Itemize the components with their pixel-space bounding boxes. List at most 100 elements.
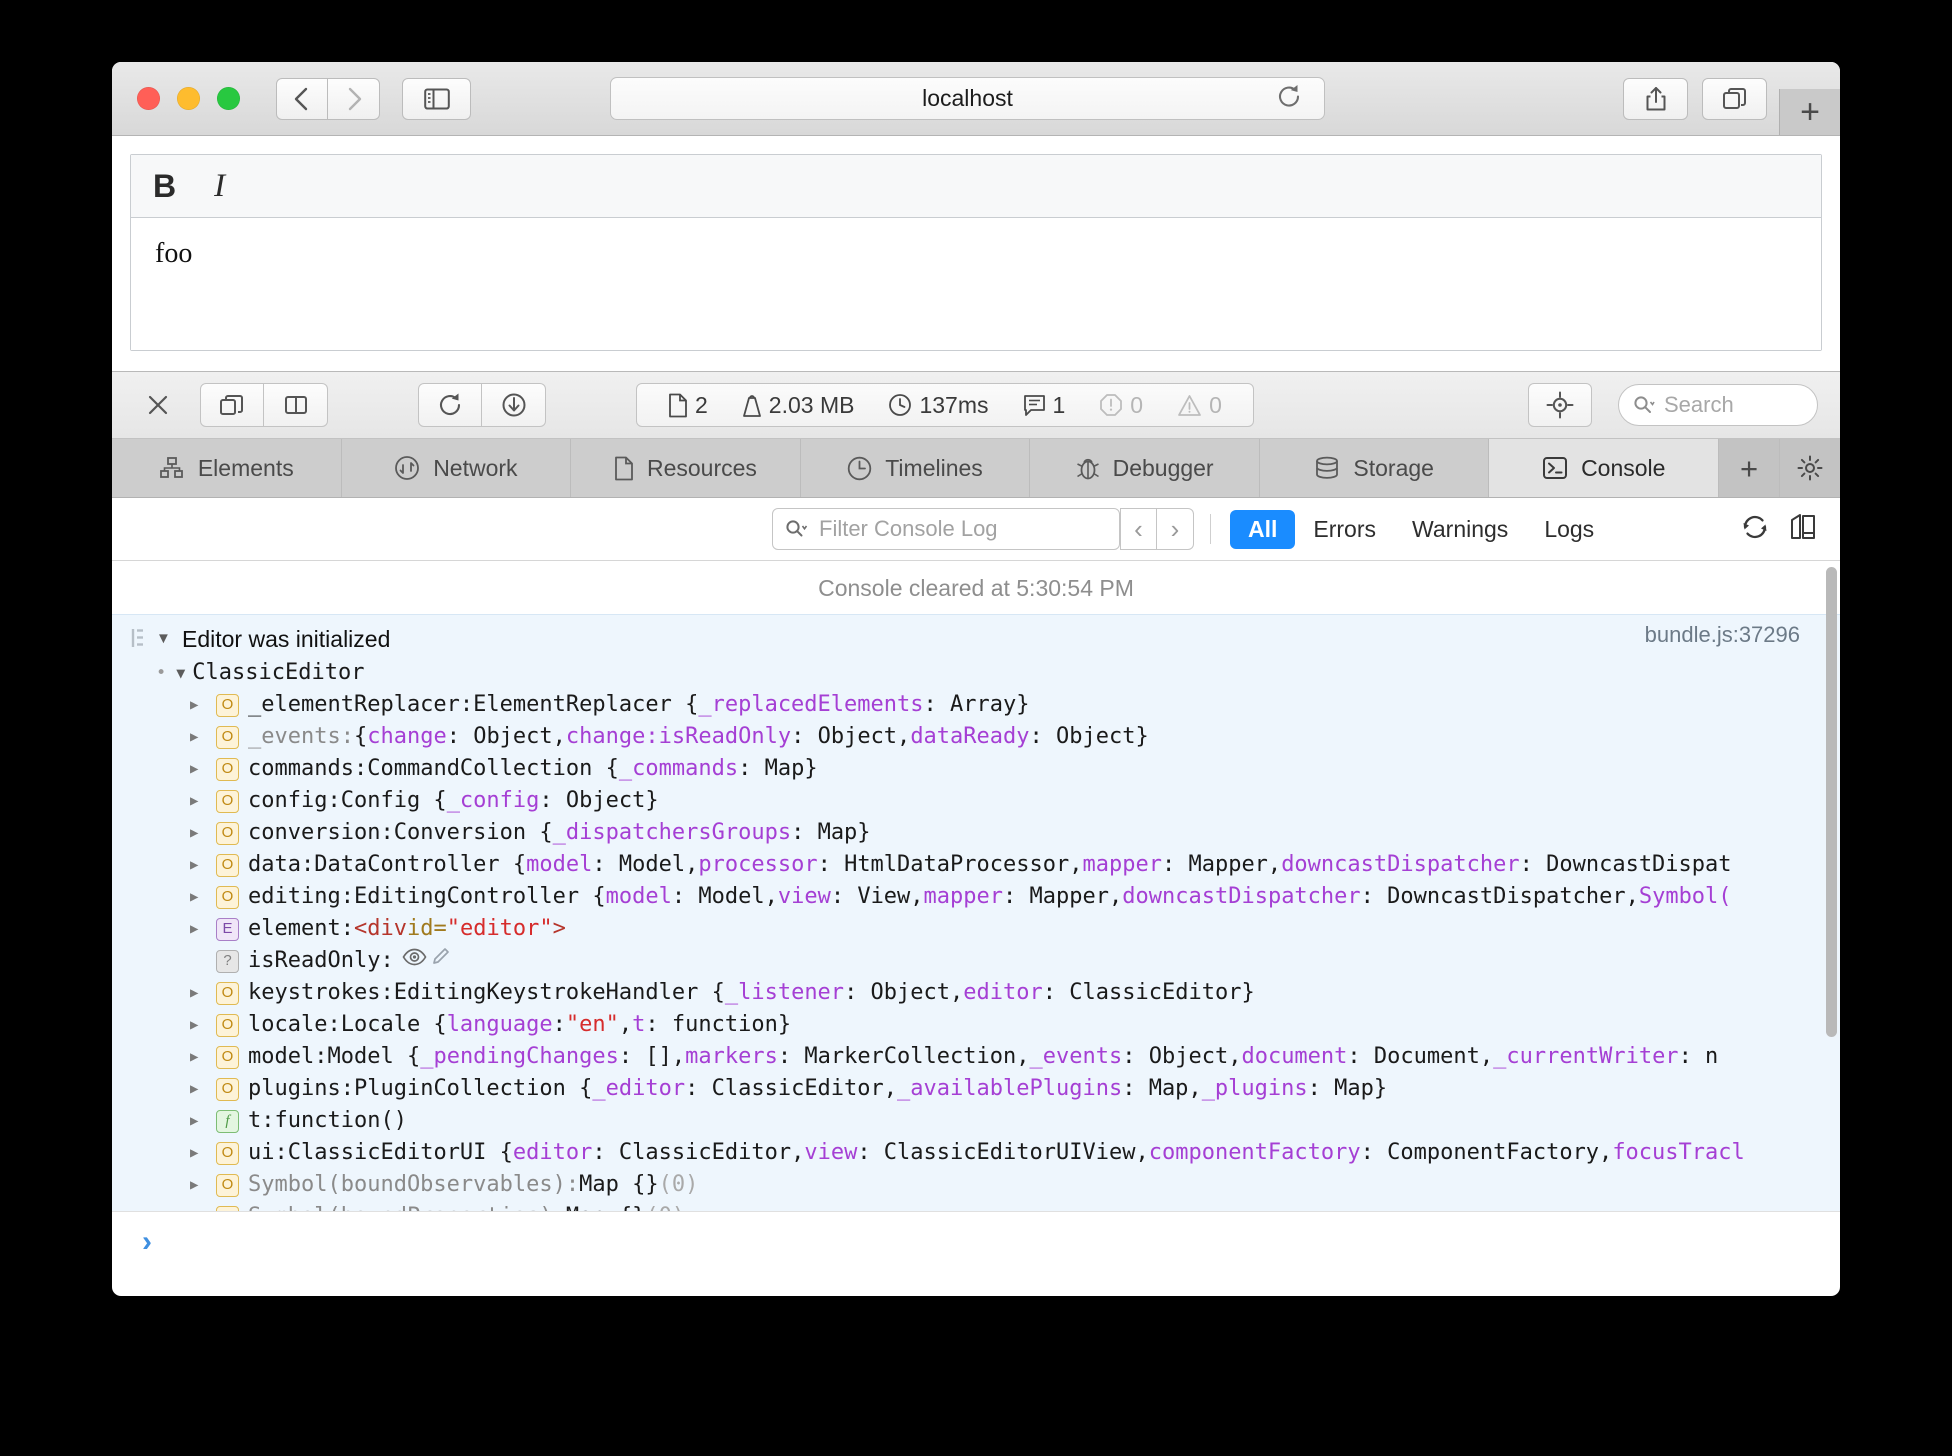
console-scrollbar[interactable] <box>1826 567 1837 1037</box>
disclosure-triangle-closed-icon[interactable]: ▶ <box>190 721 206 753</box>
disclosure-triangle-closed-icon[interactable]: ▶ <box>190 1169 206 1201</box>
reload-page-button[interactable] <box>1276 83 1302 114</box>
stat-errors[interactable]: 0 <box>1082 392 1160 419</box>
disclosure-triangle-open-icon[interactable]: ▼ <box>176 657 192 689</box>
tab-timelines[interactable]: Timelines <box>801 439 1031 497</box>
filter-prev-button[interactable]: ‹ <box>1120 508 1157 550</box>
console-message-row[interactable]: ▼ Editor was initialized <box>112 621 1840 657</box>
new-tab-button[interactable]: + <box>1779 89 1840 135</box>
disclosure-triangle-closed-icon[interactable]: ▶ <box>190 1009 206 1041</box>
close-window-button[interactable] <box>137 87 160 110</box>
tab-overview-button[interactable] <box>1702 77 1767 120</box>
inspector-reload-button[interactable] <box>418 383 482 427</box>
filter-errors-button[interactable]: Errors <box>1295 510 1394 549</box>
address-bar[interactable]: localhost <box>610 77 1325 120</box>
console-property-row[interactable]: ▶ Oediting: EditingController {model: Mod… <box>112 881 1840 913</box>
tab-storage[interactable]: Storage <box>1260 439 1490 497</box>
inspector-search-input[interactable]: Search <box>1618 384 1818 426</box>
disclosure-triangle-closed-icon[interactable]: ▶ <box>190 977 206 1009</box>
minimize-window-button[interactable] <box>177 87 200 110</box>
forward-button[interactable] <box>328 77 380 120</box>
disclosure-triangle-closed-icon[interactable]: ▶ <box>190 785 206 817</box>
property-value-part: mapper <box>923 884 1004 909</box>
console-property-row[interactable]: ? isReadOnly: <box>112 945 1840 977</box>
console-property-row[interactable]: ▶ f t: function() <box>112 1105 1840 1137</box>
italic-button[interactable]: I <box>214 169 225 203</box>
disclosure-triangle-closed-icon[interactable]: ▶ <box>190 817 206 849</box>
preserve-log-button[interactable] <box>1740 512 1770 547</box>
dock-detached-button[interactable] <box>200 383 264 427</box>
property-name: keystrokes: <box>248 980 394 1005</box>
disclosure-triangle-closed-icon[interactable]: ▶ <box>190 913 206 945</box>
inspector-search-placeholder: Search <box>1664 392 1734 417</box>
console-output[interactable]: Console cleared at 5:30:54 PM ▼ Editor w… <box>112 561 1840 1211</box>
filter-next-button[interactable]: › <box>1157 508 1194 550</box>
stat-time[interactable]: 137ms <box>871 392 1005 419</box>
filter-all-button[interactable]: All <box>1230 509 1296 549</box>
console-object-root-row[interactable]: • ▼ ClassicEditor <box>112 657 1840 689</box>
disclosure-triangle-closed-icon[interactable]: ▶ <box>190 881 206 913</box>
console-filter-input[interactable]: Filter Console Log <box>772 508 1120 550</box>
sidebar-toggle-button[interactable] <box>402 77 471 120</box>
split-console-button[interactable] <box>1788 512 1818 547</box>
maximize-window-button[interactable] <box>217 87 240 110</box>
add-tab-button[interactable]: + <box>1719 439 1781 497</box>
eye-icon[interactable] <box>402 947 428 967</box>
stat-messages-value: 1 <box>1052 391 1066 418</box>
disclosure-triangle-open-icon[interactable]: ▼ <box>156 621 172 657</box>
console-property-row[interactable]: ▶ Ocommands: CommandCollection {_commands… <box>112 753 1840 785</box>
console-property-row[interactable]: ▶ O _elementReplacer: ElementReplacer {_re… <box>112 689 1840 721</box>
disclosure-triangle-closed-icon[interactable]: ▶ <box>190 1041 206 1073</box>
stat-messages[interactable]: 1 <box>1006 392 1083 419</box>
property-value-part: Symbol( <box>1638 884 1732 909</box>
console-property-row[interactable]: ▶ Okeystrokes: EditingKeystrokeHandler {_… <box>112 977 1840 1009</box>
inspector-settings-button[interactable] <box>1780 439 1840 497</box>
dock-buttons <box>200 383 328 427</box>
stat-warnings[interactable]: 0 <box>1160 392 1239 419</box>
property-type-badge: O <box>216 1045 239 1069</box>
close-inspector-button[interactable] <box>134 393 182 417</box>
tab-debugger[interactable]: Debugger <box>1030 439 1260 497</box>
inspect-element-button[interactable] <box>1528 383 1592 427</box>
console-property-row[interactable]: ▶ Eelement: <div id= "editor" > <box>112 913 1840 945</box>
inspector-download-button[interactable] <box>482 383 546 427</box>
stat-resources[interactable]: 2 <box>651 392 725 419</box>
console-property-row[interactable]: ▶ Omodel: Model {_pendingChanges: [], mar… <box>112 1041 1840 1073</box>
console-source-link[interactable]: bundle.js:37296 <box>1645 622 1800 648</box>
pencil-icon[interactable] <box>430 945 452 967</box>
console-property-row[interactable]: ▶ O Symbol(boundObservables): Map {} (0) <box>112 1169 1840 1201</box>
tab-resources[interactable]: Resources <box>571 439 801 497</box>
tab-debugger-label: Debugger <box>1112 454 1214 481</box>
back-button[interactable] <box>276 77 328 120</box>
console-property-row[interactable]: ▶ Oconversion: Conversion {_dispatchersGr… <box>112 817 1840 849</box>
disclosure-triangle-closed-icon[interactable]: ▶ <box>190 1105 206 1137</box>
editor-content-area[interactable]: foo <box>131 218 1821 350</box>
console-property-row[interactable]: ▶ Oplugins: PluginCollection {_editor: Cl… <box>112 1073 1840 1105</box>
bold-button[interactable]: B <box>153 170 176 202</box>
stat-size[interactable]: 2.03 MB <box>725 392 872 419</box>
tab-elements[interactable]: Elements <box>112 439 342 497</box>
disclosure-triangle-closed-icon[interactable]: ▶ <box>190 849 206 881</box>
disclosure-triangle-closed-icon[interactable]: ▶ <box>190 1137 206 1169</box>
console-property-row[interactable]: ▶ Olocale: Locale {language: "en", t: fun… <box>112 1009 1840 1041</box>
tab-console[interactable]: Console <box>1489 439 1720 497</box>
filter-logs-button[interactable]: Logs <box>1526 510 1612 549</box>
dock-bottom-button[interactable] <box>264 383 328 427</box>
share-button[interactable] <box>1623 77 1688 120</box>
disclosure-triangle-closed-icon[interactable]: ▶ <box>190 753 206 785</box>
disclosure-triangle-closed-icon[interactable]: ▶ <box>190 1073 206 1105</box>
console-prompt[interactable]: › <box>112 1211 1840 1272</box>
property-value-part: _events <box>1029 1044 1123 1069</box>
property-name: element: <box>248 916 354 941</box>
console-property-row[interactable]: ▶ O _events: {change: Object, change:isRea… <box>112 721 1840 753</box>
console-property-row[interactable]: ▶ Oconfig: Config {_config: Object} <box>112 785 1840 817</box>
disclosure-triangle-closed-icon[interactable]: ▶ <box>190 1201 206 1211</box>
disclosure-triangle-closed-icon[interactable]: ▶ <box>190 689 206 721</box>
console-property-row[interactable]: ▶ Odata: DataController {model: Model, pr… <box>112 849 1840 881</box>
tab-network[interactable]: Network <box>342 439 572 497</box>
console-property-row[interactable]: ▶ O Symbol(boundProperties): Map {} (0) <box>112 1201 1840 1211</box>
property-value-part: model <box>526 852 593 877</box>
console-property-row[interactable]: ▶ Oui: ClassicEditorUI {editor: ClassicEd… <box>112 1137 1840 1169</box>
filter-warnings-button[interactable]: Warnings <box>1394 510 1526 549</box>
warning-icon <box>1178 394 1201 416</box>
